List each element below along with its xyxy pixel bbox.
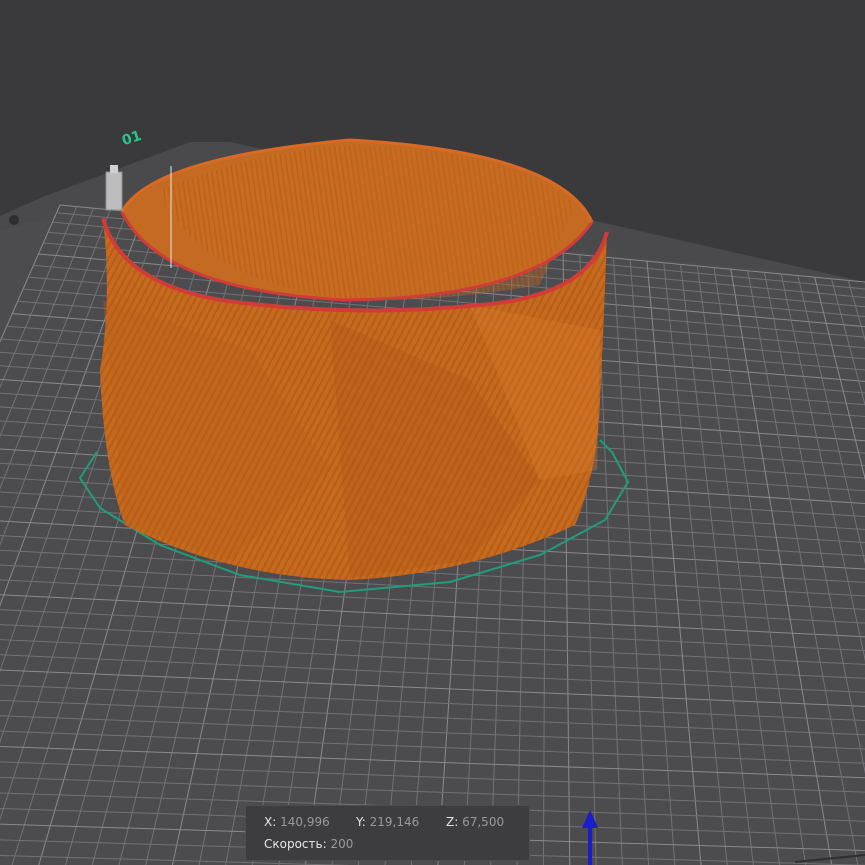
speed-value: 200: [330, 837, 354, 851]
z-value: 67,500: [462, 815, 505, 829]
3d-viewport[interactable]: 01 X: 140,996 Y: 219,146 Z: 67,500 Скоро…: [0, 0, 865, 865]
speed-row: Скорость: 200: [264, 837, 353, 851]
y-value: 219,146: [369, 815, 420, 829]
plate-screw-icon: [9, 215, 19, 225]
printed-model: [100, 138, 609, 580]
z-coordinate: Z: 67,500: [446, 815, 504, 829]
y-label: Y:: [356, 815, 366, 829]
coordinate-readout: X: 140,996 Y: 219,146 Z: 67,500 Скорость…: [245, 805, 530, 861]
z-label: Z:: [446, 815, 459, 829]
x-value: 140,996: [280, 815, 330, 829]
y-coordinate: Y: 219,146: [356, 815, 419, 829]
speed-label: Скорость:: [264, 837, 327, 851]
x-coordinate: X: 140,996: [264, 815, 330, 829]
x-label: X:: [264, 815, 277, 829]
nozzle-icon: [105, 165, 123, 211]
